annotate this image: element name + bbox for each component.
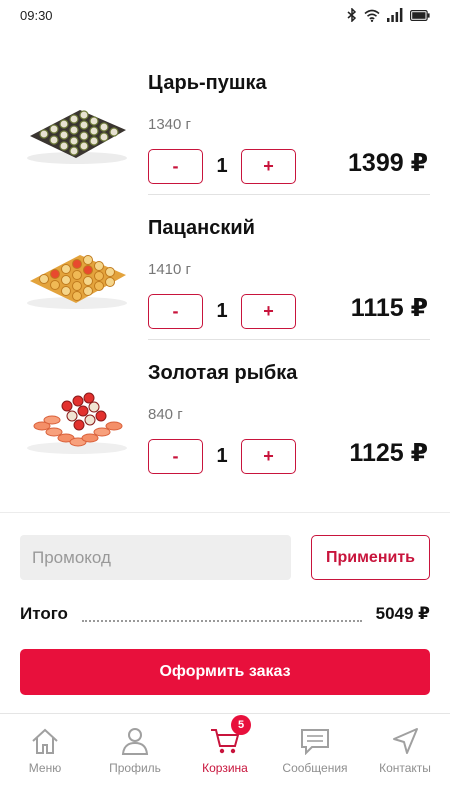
bottom-navigation: Меню Профиль 5 Корзина Сообщения Контакт… — [0, 713, 450, 800]
navigation-arrow-icon — [393, 728, 418, 754]
chat-icon — [301, 729, 329, 755]
signal-icon — [387, 8, 403, 22]
nav-item-cart[interactable]: 5 Корзина — [180, 714, 270, 800]
nav-item-contacts[interactable]: Контакты — [360, 714, 450, 800]
product-name: Пацанский — [148, 217, 255, 239]
total-leader-dots — [81, 612, 362, 622]
decrease-quantity-button[interactable]: - — [148, 439, 203, 474]
nav-item-profile[interactable]: Профиль — [90, 714, 180, 800]
summary-divider — [0, 512, 450, 513]
home-icon — [32, 728, 58, 754]
product-weight: 840 г — [148, 406, 183, 423]
increase-quantity-button[interactable]: + — [241, 439, 296, 474]
total-row: Итого 5049 ₽ — [20, 601, 430, 627]
product-name: Золотая рыбка — [148, 362, 298, 384]
total-label: Итого — [20, 604, 68, 623]
cart-item: Пацанский 1410 г - 1 + 1115 ₽ — [0, 195, 450, 340]
promo-code-input[interactable] — [20, 535, 291, 580]
cart-item: Золотая рыбка 840 г - 1 + 1125 ₽ — [0, 340, 450, 485]
bluetooth-icon — [347, 8, 357, 22]
product-price: 1399 ₽ — [348, 149, 428, 177]
nav-label: Контакты — [379, 761, 431, 775]
nav-label: Сообщения — [282, 761, 348, 775]
cart-item: Царь-пушка 1340 г - 1 + 1399 ₽ — [0, 50, 450, 195]
increase-quantity-button[interactable]: + — [241, 294, 296, 329]
product-price: 1125 ₽ — [349, 439, 428, 467]
nav-label: Профиль — [109, 761, 161, 775]
nav-item-menu[interactable]: Меню — [0, 714, 90, 800]
quantity-value: 1 — [216, 445, 228, 467]
apply-promo-button[interactable]: Применить — [311, 535, 430, 580]
quantity-value: 1 — [216, 300, 228, 322]
wifi-icon — [364, 9, 380, 22]
cart-count-badge: 5 — [231, 715, 251, 735]
status-icons — [347, 8, 430, 22]
nav-label: Корзина — [202, 761, 248, 775]
product-image — [27, 110, 127, 164]
product-weight: 1340 г — [148, 116, 192, 133]
product-name: Царь-пушка — [148, 72, 267, 94]
increase-quantity-button[interactable]: + — [241, 149, 296, 184]
decrease-quantity-button[interactable]: - — [148, 149, 203, 184]
decrease-quantity-button[interactable]: - — [148, 294, 203, 329]
product-price: 1115 ₽ — [350, 294, 428, 322]
user-icon — [121, 728, 149, 755]
checkout-button[interactable]: Оформить заказ — [20, 649, 430, 695]
status-bar: 09:30 — [0, 0, 450, 30]
product-image — [27, 255, 127, 309]
status-time: 09:30 — [20, 7, 53, 23]
battery-icon — [410, 9, 430, 21]
quantity-value: 1 — [216, 155, 228, 177]
nav-label: Меню — [28, 761, 62, 775]
nav-item-messages[interactable]: Сообщения — [270, 714, 360, 800]
product-weight: 1410 г — [148, 261, 192, 278]
total-value: 5049 ₽ — [375, 604, 430, 623]
product-image — [27, 392, 127, 454]
